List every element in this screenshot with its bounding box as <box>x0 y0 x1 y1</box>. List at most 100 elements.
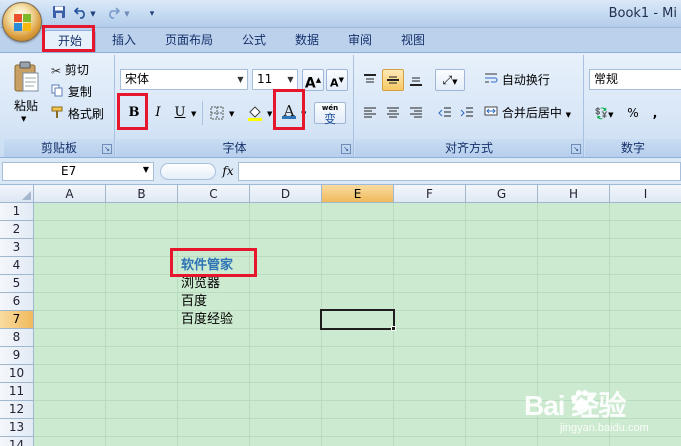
column-header-g[interactable]: G <box>466 185 538 203</box>
font-size-dropdown-icon[interactable]: ▼ <box>284 70 297 89</box>
number-format-combo[interactable]: 常规 <box>589 69 681 90</box>
comma-button[interactable]: , <box>647 102 663 124</box>
shrink-font-button[interactable]: A▼ <box>326 69 348 91</box>
decrease-indent-button[interactable] <box>435 102 455 124</box>
redo-dropdown-icon[interactable]: ▼ <box>122 5 132 23</box>
column-header-b[interactable]: B <box>106 185 178 203</box>
font-launcher-icon[interactable]: ↘ <box>341 144 351 154</box>
cell-c7[interactable]: 百度经验 <box>181 311 233 329</box>
font-name-combo[interactable]: 宋体 ▼ <box>120 69 248 90</box>
increase-indent-button[interactable] <box>457 102 477 124</box>
borders-dropdown-icon[interactable]: ▼ <box>229 110 234 118</box>
align-bottom-button[interactable] <box>405 69 427 91</box>
column-header-e[interactable]: E <box>322 185 394 203</box>
grid-line <box>34 364 681 365</box>
format-painter-icon <box>51 105 64 125</box>
row-header-12[interactable]: 12 <box>0 401 34 419</box>
cut-button[interactable]: ✂ 剪切 <box>50 59 110 81</box>
select-all-button[interactable] <box>0 185 34 203</box>
row-header-6[interactable]: 6 <box>0 293 34 311</box>
align-top-button[interactable] <box>359 69 381 91</box>
tab-home[interactable]: 开始 <box>44 30 96 52</box>
borders-button[interactable] <box>206 102 228 124</box>
tab-page-layout[interactable]: 页面布局 <box>158 30 220 52</box>
font-size-combo[interactable]: 11 ▼ <box>252 69 298 90</box>
cell-c4[interactable]: 软件管家 <box>181 257 233 275</box>
font-color-button[interactable]: A <box>278 100 300 122</box>
row-header-1[interactable]: 1 <box>0 203 34 221</box>
grid-line <box>249 203 250 446</box>
cell-c6[interactable]: 百度 <box>181 293 207 311</box>
save-icon[interactable] <box>50 5 68 23</box>
row-header-9[interactable]: 9 <box>0 347 34 365</box>
accounting-format-button[interactable]: 💱▼ <box>589 102 619 124</box>
fill-handle[interactable] <box>391 326 396 331</box>
copy-button[interactable]: 复制 <box>50 81 110 103</box>
alignment-launcher-icon[interactable]: ↘ <box>571 144 581 154</box>
fill-color-dropdown-icon[interactable]: ▼ <box>267 110 272 118</box>
format-painter-button[interactable]: 格式刷 <box>50 103 112 125</box>
merge-center-label: 合并后居中 <box>501 106 562 120</box>
tab-insert[interactable]: 插入 <box>103 30 145 52</box>
clipboard-group-label: 剪贴板 <box>4 139 114 157</box>
orientation-button[interactable]: ⤢▼ <box>435 69 465 91</box>
align-center-button[interactable] <box>382 102 404 124</box>
grow-font-icon: A <box>304 75 316 92</box>
align-left-button[interactable] <box>359 102 381 124</box>
clipboard-launcher-icon[interactable]: ↘ <box>102 144 112 154</box>
fill-color-button[interactable] <box>244 102 266 124</box>
row-header-3[interactable]: 3 <box>0 239 34 257</box>
office-button[interactable] <box>2 2 42 42</box>
redo-icon[interactable] <box>104 5 122 23</box>
insert-function-icon[interactable]: fx <box>220 163 236 179</box>
column-header-h[interactable]: H <box>538 185 610 203</box>
font-name-value: 宋体 <box>125 72 150 86</box>
row-header-14[interactable]: 14 <box>0 437 34 446</box>
active-cell-e7[interactable] <box>320 309 395 330</box>
column-header-d[interactable]: D <box>250 185 322 203</box>
tab-review[interactable]: 审阅 <box>339 30 381 52</box>
font-name-dropdown-icon[interactable]: ▼ <box>234 70 247 89</box>
row-header-4[interactable]: 4 <box>0 257 34 275</box>
row-header-10[interactable]: 10 <box>0 365 34 383</box>
grid-line <box>34 238 681 239</box>
paste-button[interactable]: 粘贴 ▼ <box>8 59 44 137</box>
tab-formulas[interactable]: 公式 <box>234 30 274 52</box>
align-middle-button[interactable] <box>382 69 404 91</box>
align-right-button[interactable] <box>405 102 427 124</box>
name-box[interactable]: E7 <box>2 162 154 181</box>
column-header-c[interactable]: C <box>178 185 250 203</box>
merge-dropdown-icon[interactable]: ▼ <box>566 111 571 119</box>
column-header-i[interactable]: I <box>610 185 681 203</box>
row-header-7[interactable]: 7 <box>0 311 34 329</box>
phonetic-button[interactable]: wén 变 <box>314 102 346 125</box>
bold-button[interactable]: B <box>123 102 145 124</box>
undo-dropdown-icon[interactable]: ▼ <box>88 5 98 23</box>
wrap-text-button[interactable]: 自动换行 <box>483 69 573 91</box>
name-box-dropdown-icon[interactable]: ▼ <box>141 165 151 175</box>
row-header-11[interactable]: 11 <box>0 383 34 401</box>
row-header-5[interactable]: 5 <box>0 275 34 293</box>
column-header-f[interactable]: F <box>394 185 466 203</box>
row-header-2[interactable]: 2 <box>0 221 34 239</box>
number-group: 常规 💱▼ % , 数字 <box>585 55 681 157</box>
formula-bar: E7 ▼ fx <box>0 158 681 185</box>
borders-icon <box>210 106 224 120</box>
underline-dropdown-icon[interactable]: ▼ <box>191 110 196 118</box>
underline-button[interactable]: U <box>170 102 190 124</box>
font-color-dropdown-icon[interactable]: ▼ <box>301 110 306 118</box>
tab-data[interactable]: 数据 <box>286 30 328 52</box>
italic-button[interactable]: I <box>148 102 168 124</box>
merge-center-button[interactable]: 合并后居中 ▼ <box>483 102 579 124</box>
row-header-8[interactable]: 8 <box>0 329 34 347</box>
cell-c5[interactable]: 浏览器 <box>181 275 220 293</box>
grow-font-button[interactable]: A▲ <box>302 69 324 92</box>
formula-bar-handle[interactable] <box>160 163 216 180</box>
percent-button[interactable]: % <box>623 102 643 124</box>
column-header-a[interactable]: A <box>34 185 106 203</box>
row-header-13[interactable]: 13 <box>0 419 34 437</box>
customize-icon[interactable]: ▾ <box>146 5 158 23</box>
format-painter-label: 格式刷 <box>67 107 104 121</box>
tab-view[interactable]: 视图 <box>392 30 434 52</box>
formula-input[interactable] <box>238 162 681 181</box>
